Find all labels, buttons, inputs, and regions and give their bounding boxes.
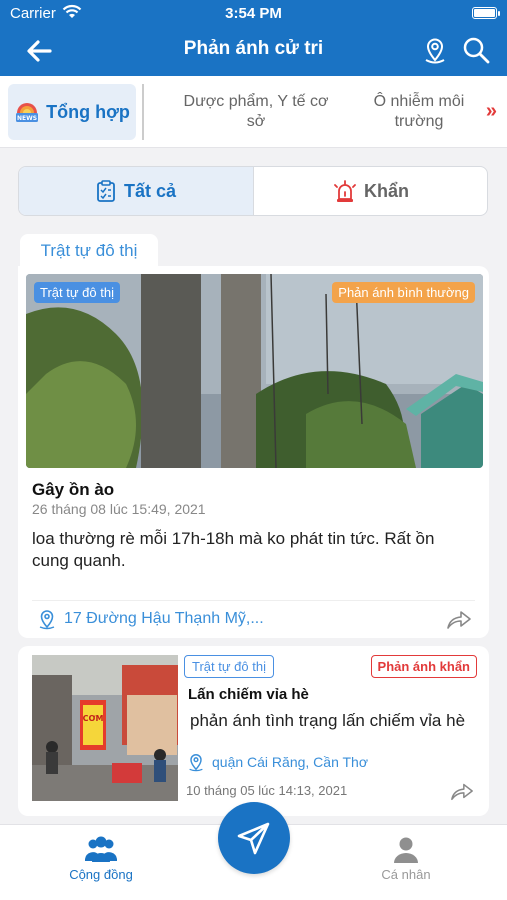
location-pin-icon	[39, 610, 55, 630]
svg-text:NEWS: NEWS	[17, 115, 37, 122]
share-icon[interactable]	[449, 779, 475, 803]
category-tab-tong-hop[interactable]: NEWS Tổng hợp	[8, 84, 136, 140]
news-icon: NEWS	[16, 103, 39, 122]
segment-tat-ca[interactable]: Tất cả	[19, 167, 254, 215]
category-divider	[142, 84, 144, 140]
status-bar: Carrier 3:54 PM	[0, 0, 507, 26]
segment-label: Khẩn	[364, 180, 409, 201]
tab-cong-dong[interactable]: Cộng đồng	[31, 835, 171, 882]
post-card[interactable]: CƠM Trật tự đô thị Phản ánh khẩn Lấn chi…	[18, 646, 489, 816]
location-label: quận Cái Răng, Cần Thơ	[212, 754, 369, 770]
segment-khan[interactable]: Khẩn	[254, 167, 487, 215]
segment-label: Tất cả	[123, 180, 177, 201]
battery-icon	[472, 7, 500, 19]
share-icon[interactable]	[445, 606, 473, 632]
clock: 3:54 PM	[225, 5, 282, 22]
post-date: 26 tháng 08 lúc 15:49, 2021	[32, 501, 206, 517]
post-photo: Trật tự đô thị Phản ánh bình thường	[26, 274, 483, 468]
person-icon	[394, 837, 418, 863]
filter-segmented-control: Tất cả Khẩn	[18, 166, 488, 216]
post-title: Gây ồn ào	[32, 480, 115, 499]
send-report-button[interactable]	[218, 802, 290, 874]
map-pin-icon[interactable]	[421, 35, 449, 65]
category-label: Tổng hợp	[46, 102, 130, 122]
category-tag: Trật tự đô thị	[34, 282, 120, 303]
status-tag: Phản ánh khẩn	[370, 655, 477, 678]
search-icon[interactable]	[461, 35, 491, 65]
post-card[interactable]: Trật tự đô thị Phản ánh bình thường Gây …	[18, 266, 489, 638]
category-tab-o-nhiem[interactable]: Ô nhiễm môi trường	[360, 84, 478, 140]
status-tag: Phản ánh bình thường	[332, 282, 475, 303]
category-label: Dược phẩm, Y tế cơ sở	[183, 93, 329, 130]
location-pin-icon	[189, 754, 203, 772]
post-date: 10 tháng 05 lúc 14:13, 2021	[186, 783, 348, 798]
category-tab-duoc-pham[interactable]: Dược phẩm, Y tế cơ sở	[180, 84, 332, 140]
divider	[32, 600, 475, 601]
category-tag: Trật tự đô thị	[184, 655, 274, 678]
tab-label: Cộng đồng	[69, 867, 133, 882]
tab-ca-nhan[interactable]: Cá nhân	[336, 835, 476, 882]
location-label: 17 Đường Hậu Thạnh Mỹ,...	[64, 610, 264, 627]
nav-bar: Phản ánh cử tri	[0, 26, 507, 76]
send-icon	[237, 822, 270, 855]
sign-text: CƠM	[83, 714, 104, 723]
section-tab-trat-tu-do-thi[interactable]: Trật tự đô thị	[20, 234, 158, 268]
post-title: Lấn chiếm vỉa hè	[188, 686, 309, 703]
more-categories-icon[interactable]: »	[486, 100, 497, 123]
post-description: phản ánh tình trạng lấn chiếm vỉa hè	[190, 711, 466, 730]
post-description: loa thường rè mỗi 17h-18h mà ko phát tin…	[32, 529, 435, 570]
post-location[interactable]: 17 Đường Hậu Thạnh Mỹ,...	[36, 608, 264, 630]
alarm-light-icon	[334, 180, 356, 202]
clipboard-check-icon	[97, 180, 115, 202]
community-icon	[85, 836, 117, 862]
tab-label: Cá nhân	[381, 867, 431, 882]
category-tabs: NEWS Tổng hợp Dược phẩm, Y tế cơ sở Ô nh…	[0, 76, 507, 148]
category-label: Ô nhiễm môi trường	[373, 93, 465, 130]
post-thumbnail: CƠM	[32, 655, 178, 801]
post-location[interactable]: quận Cái Răng, Cần Thơ	[186, 752, 368, 772]
